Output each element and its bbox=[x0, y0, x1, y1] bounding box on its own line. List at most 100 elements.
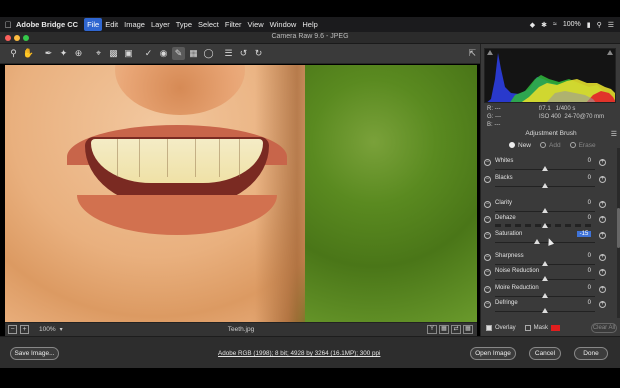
clarity-plus-button[interactable]: + bbox=[599, 201, 606, 208]
sharpness-thumb[interactable] bbox=[542, 261, 548, 266]
menu-layer[interactable]: Layer bbox=[148, 18, 173, 31]
view-toggle-compare-icon[interactable]: ▦ bbox=[439, 325, 449, 334]
slider-blacks[interactable]: − Blacks 0 + bbox=[481, 174, 616, 198]
blacks-minus-button[interactable]: − bbox=[484, 176, 491, 183]
clarity-minus-button[interactable]: − bbox=[484, 201, 491, 208]
mask-checkbox[interactable] bbox=[524, 325, 531, 331]
saturation-value-field[interactable]: -15 bbox=[577, 231, 591, 237]
moire-reduction-value-field[interactable]: 0 bbox=[559, 285, 591, 291]
straighten-icon[interactable]: ▩ bbox=[107, 47, 120, 60]
dehaze-value-field[interactable]: 0 bbox=[559, 215, 591, 221]
saturation-minus-button[interactable]: − bbox=[484, 232, 491, 239]
targeted-adjustment-icon[interactable]: ⊕ bbox=[72, 47, 85, 60]
noise-reduction-thumb[interactable] bbox=[542, 276, 548, 281]
whites-minus-button[interactable]: − bbox=[484, 159, 491, 166]
whites-thumb[interactable] bbox=[542, 166, 548, 171]
mode-erase[interactable]: Erase bbox=[569, 142, 596, 149]
whites-plus-button[interactable]: + bbox=[599, 159, 606, 166]
rotate-cw-icon[interactable]: ↻ bbox=[252, 47, 265, 60]
bluetooth-icon[interactable]: ✱ bbox=[541, 21, 547, 29]
crop-icon[interactable]: ⌖ bbox=[92, 47, 105, 60]
done-button[interactable]: Done bbox=[574, 347, 608, 360]
battery-percent[interactable]: 100% bbox=[563, 21, 581, 28]
red-eye-icon[interactable]: ◉ bbox=[157, 47, 170, 60]
noise-reduction-value-field[interactable]: 0 bbox=[559, 268, 591, 274]
dehaze-minus-button[interactable]: − bbox=[484, 216, 491, 223]
mask-color-swatch[interactable] bbox=[551, 325, 561, 331]
menu-edit[interactable]: Edit bbox=[102, 18, 121, 31]
color-sampler-icon[interactable]: ✦ bbox=[57, 47, 70, 60]
battery-icon[interactable]: ▮ bbox=[587, 21, 591, 29]
graduated-filter-icon[interactable]: ▦ bbox=[187, 47, 200, 60]
moire-reduction-plus-button[interactable]: + bbox=[599, 286, 606, 293]
sharpness-minus-button[interactable]: − bbox=[484, 254, 491, 261]
whites-value-field[interactable]: 0 bbox=[559, 158, 591, 164]
menu-help[interactable]: Help bbox=[299, 18, 320, 31]
view-toggle-swap-icon[interactable]: ⇄ bbox=[451, 325, 461, 334]
menu-type[interactable]: Type bbox=[173, 18, 195, 31]
cancel-button[interactable]: Cancel bbox=[529, 347, 561, 360]
transform-icon[interactable]: ▣ bbox=[122, 47, 135, 60]
shadow-clipping-icon[interactable] bbox=[487, 50, 493, 55]
noise-reduction-minus-button[interactable]: − bbox=[484, 269, 491, 276]
saturation-track[interactable] bbox=[495, 242, 595, 243]
save-image-button[interactable]: Save Image... bbox=[10, 347, 59, 360]
moire-reduction-minus-button[interactable]: − bbox=[484, 286, 491, 293]
open-image-button[interactable]: Open Image bbox=[470, 347, 516, 360]
defringe-value-field[interactable]: 0 bbox=[559, 300, 591, 306]
sharpness-plus-button[interactable]: + bbox=[599, 254, 606, 261]
image-preview[interactable] bbox=[5, 65, 477, 322]
dropbox-icon[interactable]: ◆ bbox=[530, 21, 535, 29]
fullscreen-icon[interactable]: ⇱ bbox=[468, 48, 476, 59]
zoom-icon[interactable]: ⚲ bbox=[7, 47, 20, 60]
spotlight-icon[interactable]: ⚲ bbox=[597, 21, 602, 29]
clarity-value-field[interactable]: 0 bbox=[559, 200, 591, 206]
menu-view[interactable]: View bbox=[245, 18, 267, 31]
defringe-minus-button[interactable]: − bbox=[484, 301, 491, 308]
spot-removal-icon[interactable]: ✓ bbox=[142, 47, 155, 60]
panel-footer: Overlay Mask Clear All bbox=[481, 320, 620, 336]
notification-icon[interactable]: ☰ bbox=[608, 21, 614, 29]
panel-menu-icon[interactable]: ☰ bbox=[611, 130, 617, 138]
wifi-icon[interactable]: ≈ bbox=[553, 21, 557, 28]
menu-select[interactable]: Select bbox=[195, 18, 222, 31]
menu-window[interactable]: Window bbox=[267, 18, 300, 31]
app-name[interactable]: Adobe Bridge CC bbox=[16, 20, 78, 29]
hand-icon[interactable]: ✋ bbox=[22, 47, 35, 60]
defringe-plus-button[interactable]: + bbox=[599, 301, 606, 308]
white-balance-icon[interactable]: ✒ bbox=[42, 47, 55, 60]
moire-reduction-thumb[interactable] bbox=[542, 293, 548, 298]
sharpness-label: Sharpness bbox=[495, 253, 524, 259]
mode-new[interactable]: New bbox=[509, 142, 531, 149]
readout-r-value: --- bbox=[494, 106, 501, 112]
apple-icon[interactable]:  bbox=[0, 20, 16, 30]
noise-reduction-plus-button[interactable]: + bbox=[599, 269, 606, 276]
menu-filter[interactable]: Filter bbox=[222, 18, 245, 31]
radial-filter-icon[interactable]: ◯ bbox=[202, 47, 215, 60]
blacks-plus-button[interactable]: + bbox=[599, 176, 606, 183]
rotate-ccw-icon[interactable]: ↺ bbox=[237, 47, 250, 60]
preferences-icon[interactable]: ☰ bbox=[222, 47, 235, 60]
bottom-bar: Save Image... Adobe RGB (1998); 8 bit; 4… bbox=[0, 336, 620, 368]
view-toggle-y-icon[interactable]: Y bbox=[427, 325, 437, 334]
saturation-plus-button[interactable]: + bbox=[599, 232, 606, 239]
menu-image[interactable]: Image bbox=[121, 18, 148, 31]
view-settings-icon[interactable]: ▦ bbox=[463, 325, 473, 334]
window-title: Camera Raw 9.6 - JPEG bbox=[271, 33, 349, 40]
defringe-thumb[interactable] bbox=[542, 308, 548, 313]
dehaze-thumb[interactable] bbox=[542, 223, 548, 228]
overlay-checkbox[interactable] bbox=[486, 325, 492, 331]
mode-add[interactable]: Add bbox=[540, 142, 561, 149]
workflow-options-link[interactable]: Adobe RGB (1998); 8 bit; 4928 by 3264 (1… bbox=[218, 350, 380, 357]
clear-all-button[interactable]: Clear All bbox=[591, 323, 617, 333]
highlight-clipping-icon[interactable] bbox=[607, 50, 613, 55]
blacks-value-field[interactable]: 0 bbox=[559, 175, 591, 181]
sharpness-value-field[interactable]: 0 bbox=[559, 253, 591, 259]
readout-b-label: B: bbox=[487, 122, 493, 128]
dehaze-plus-button[interactable]: + bbox=[599, 216, 606, 223]
saturation-thumb[interactable] bbox=[534, 239, 540, 244]
blacks-thumb[interactable] bbox=[542, 183, 548, 188]
adjustment-brush-icon[interactable]: ✎ bbox=[172, 47, 185, 60]
menu-file[interactable]: File bbox=[84, 18, 103, 31]
clarity-thumb[interactable] bbox=[542, 208, 548, 213]
